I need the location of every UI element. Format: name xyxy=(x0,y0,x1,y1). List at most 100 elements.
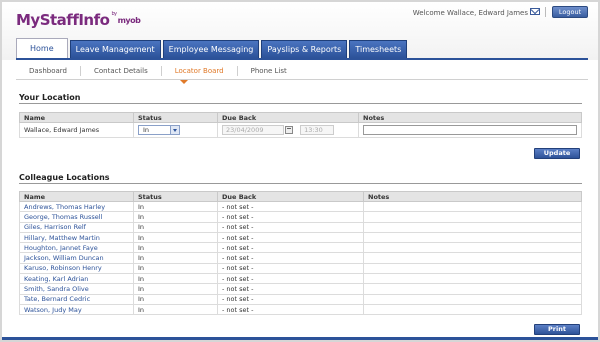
your-location-table: Name Status Due Back Notes Wallace, Edwa… xyxy=(19,112,582,138)
notes-cell xyxy=(363,211,582,223)
page: MyStaffInfo bymyob Welcome Wallace, Edwar… xyxy=(2,2,598,340)
notes-cell xyxy=(363,221,582,233)
colleague-name-link[interactable]: Keating, Karl Adrian xyxy=(19,273,134,285)
status-cell: In xyxy=(133,262,218,275)
column-header: Name xyxy=(19,191,134,202)
due-back-cell: - not set - xyxy=(217,273,364,285)
colleague-name-link[interactable]: Watson, Judy May xyxy=(19,303,134,316)
status-cell: In xyxy=(133,211,218,223)
colleague-name-link[interactable]: Smith, Sandra Olive xyxy=(19,283,134,295)
table-row: Hillary, Matthew Martin In - not set - xyxy=(19,231,582,244)
status-cell: In xyxy=(133,273,218,285)
table-row: Giles, Harrison Relf In - not set - xyxy=(19,221,582,233)
update-button[interactable]: Update xyxy=(534,148,580,159)
tab-timesheets[interactable]: Timesheets xyxy=(349,40,408,58)
print-button[interactable]: Print xyxy=(534,324,580,335)
column-header: Due Back xyxy=(217,191,364,202)
status-select[interactable]: In xyxy=(138,125,180,135)
divider xyxy=(545,7,546,17)
due-back-cell: - not set - xyxy=(217,293,364,305)
table-row: Smith, Sandra Olive In - not set - xyxy=(19,283,582,295)
due-back-cell: - not set - xyxy=(217,211,364,223)
tab-leave-management[interactable]: Leave Management xyxy=(69,40,161,58)
colleague-name-link[interactable]: Hillary, Matthew Martin xyxy=(19,231,134,244)
chevron-down-icon xyxy=(170,126,179,134)
column-header: Name xyxy=(19,112,134,123)
status-cell: In xyxy=(133,221,218,233)
due-date-field[interactable]: 23/04/2009 xyxy=(222,125,284,135)
colleague-name-link[interactable]: Karuso, Robinson Henry xyxy=(19,262,134,275)
footer-bar xyxy=(2,337,598,340)
colleague-name-link[interactable]: Andrews, Thomas Harley xyxy=(19,200,134,213)
notes-cell xyxy=(363,231,582,244)
subnav-phone-list[interactable]: Phone List xyxy=(238,66,300,76)
due-back-cell: - not set - xyxy=(217,231,364,244)
column-header: Status xyxy=(133,191,218,202)
logo-by: by xyxy=(111,11,117,17)
logout-button[interactable]: Logout xyxy=(552,6,588,18)
colleague-name-link[interactable]: Giles, Harrison Relf xyxy=(19,221,134,233)
due-back-cell: - not set - xyxy=(217,221,364,233)
colleague-name-link[interactable]: Tate, Bernard Cedric xyxy=(19,293,134,305)
notes-cell xyxy=(363,283,582,295)
colleague-name-link[interactable]: George, Thomas Russell xyxy=(19,211,134,223)
status-cell: In xyxy=(133,252,218,264)
my-name: Wallace, Edward James xyxy=(19,122,134,138)
notes-cell xyxy=(363,293,582,305)
column-header: Status xyxy=(133,112,218,123)
tab-home[interactable]: Home xyxy=(16,38,68,58)
status-cell: In xyxy=(133,200,218,213)
tab-payslips-reports[interactable]: Payslips & Reports xyxy=(261,40,348,58)
welcome-text: Welcome Wallace, Edward James xyxy=(412,9,528,17)
notes-cell xyxy=(363,200,582,213)
column-header: Notes xyxy=(358,112,582,123)
status-cell: In xyxy=(133,231,218,244)
sub-navigation: Dashboard Contact Details Locator Board … xyxy=(16,62,588,80)
colleague-locations-title: Colleague Locations xyxy=(19,173,582,184)
status-cell: In xyxy=(133,293,218,305)
table-row: Tate, Bernard Cedric In - not set - xyxy=(19,293,582,305)
due-back-cell: - not set - xyxy=(217,303,364,316)
logo-brand: myob xyxy=(117,16,141,25)
table-row: Houghton, Jannet Faye In - not set - xyxy=(19,242,582,254)
table-row: Andrews, Thomas Harley In - not set - xyxy=(19,200,582,213)
due-back-cell: - not set - xyxy=(217,252,364,264)
due-back-cell: - not set - xyxy=(217,262,364,275)
tab-bar-line xyxy=(16,58,588,60)
status-cell: In xyxy=(133,242,218,254)
logo: MyStaffInfo bymyob xyxy=(16,11,141,29)
notes-input[interactable] xyxy=(363,125,577,135)
table-row: Karuso, Robinson Henry In - not set - xyxy=(19,262,582,275)
status-cell: In xyxy=(133,283,218,295)
table-row: Keating, Karl Adrian In - not set - xyxy=(19,273,582,285)
due-time-field[interactable]: 13:30 xyxy=(300,125,335,135)
status-cell: In xyxy=(133,303,218,316)
due-back-cell: - not set - xyxy=(217,283,364,295)
calendar-icon[interactable] xyxy=(285,126,293,134)
subnav-dashboard[interactable]: Dashboard xyxy=(16,65,81,76)
column-header: Notes xyxy=(363,191,582,202)
mail-icon[interactable] xyxy=(530,8,540,15)
notes-cell xyxy=(363,252,582,264)
due-back-cell: - not set - xyxy=(217,242,364,254)
column-header: Due Back xyxy=(217,112,359,123)
colleague-name-link[interactable]: Jackson, William Duncan xyxy=(19,252,134,264)
notes-cell xyxy=(363,242,582,254)
due-back-cell: - not set - xyxy=(217,200,364,213)
notes-cell xyxy=(363,303,582,316)
table-row: George, Thomas Russell In - not set - xyxy=(19,211,582,223)
table-row: Watson, Judy May In - not set - xyxy=(19,303,582,316)
notes-cell xyxy=(363,262,582,275)
status-select-value: In xyxy=(143,126,150,134)
notes-cell xyxy=(363,273,582,285)
table-row: Jackson, William Duncan In - not set - xyxy=(19,252,582,264)
logo-text: MyStaffInfo xyxy=(16,11,110,29)
subnav-locator-board[interactable]: Locator Board xyxy=(162,65,238,76)
active-indicator-arrow xyxy=(180,80,188,84)
colleague-locations-table: Name Status Due Back Notes Andrews, Thom… xyxy=(19,191,582,316)
tab-employee-messaging[interactable]: Employee Messaging xyxy=(162,40,260,58)
colleague-name-link[interactable]: Houghton, Jannet Faye xyxy=(19,242,134,254)
subnav-contact-details[interactable]: Contact Details xyxy=(81,65,162,76)
your-location-title: Your Location xyxy=(19,93,582,104)
main-tabs: Home Leave Management Employee Messaging… xyxy=(16,38,408,58)
